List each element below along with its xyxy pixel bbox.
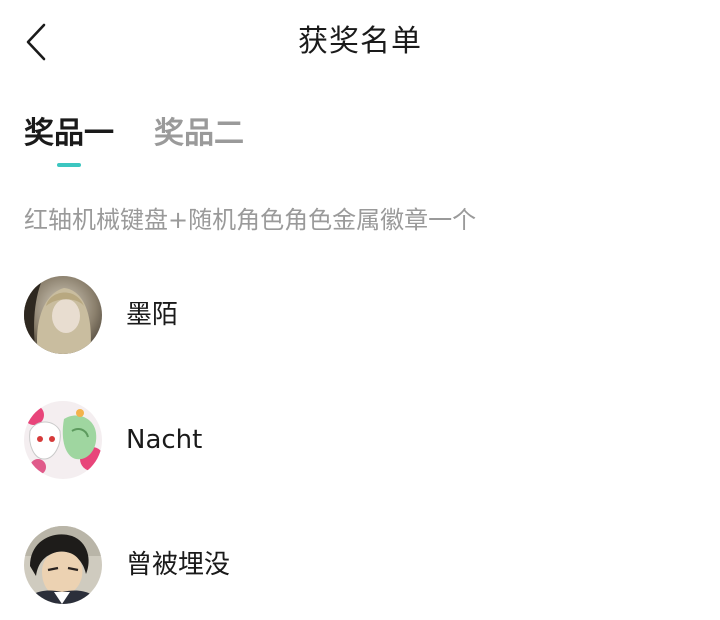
winner-row[interactable]: 墨陌 [24, 276, 704, 401]
page-title: 获奖名单 [298, 24, 422, 59]
winner-list: 墨陌 Nacht 曾被埋没 [24, 276, 704, 620]
avatar[interactable] [24, 526, 102, 604]
tab-prize-one[interactable]: 奖品一 [24, 112, 114, 172]
tab-label: 奖品二 [154, 116, 244, 151]
winner-row[interactable]: 曾被埋没 [24, 526, 704, 620]
winner-row[interactable]: Nacht [24, 401, 704, 526]
winner-name: Nacht [126, 425, 203, 455]
tab-prize-two[interactable]: 奖品二 [154, 112, 244, 172]
tab-label: 奖品一 [24, 116, 114, 151]
active-tab-indicator [57, 163, 81, 167]
prize-tabs: 奖品一 奖品二 [24, 112, 244, 172]
avatar[interactable] [24, 276, 102, 354]
winner-name: 曾被埋没 [126, 550, 231, 580]
award-list-page: 获奖名单 奖品一 奖品二 红轴机械键盘+随机角色角色金属徽章一个 墨陌 Nach… [0, 0, 720, 620]
avatar[interactable] [24, 401, 102, 479]
prize-description: 红轴机械键盘+随机角色角色金属徽章一个 [24, 206, 477, 234]
winner-name: 墨陌 [126, 300, 179, 330]
navigation-bar: 获奖名单 [0, 0, 720, 86]
